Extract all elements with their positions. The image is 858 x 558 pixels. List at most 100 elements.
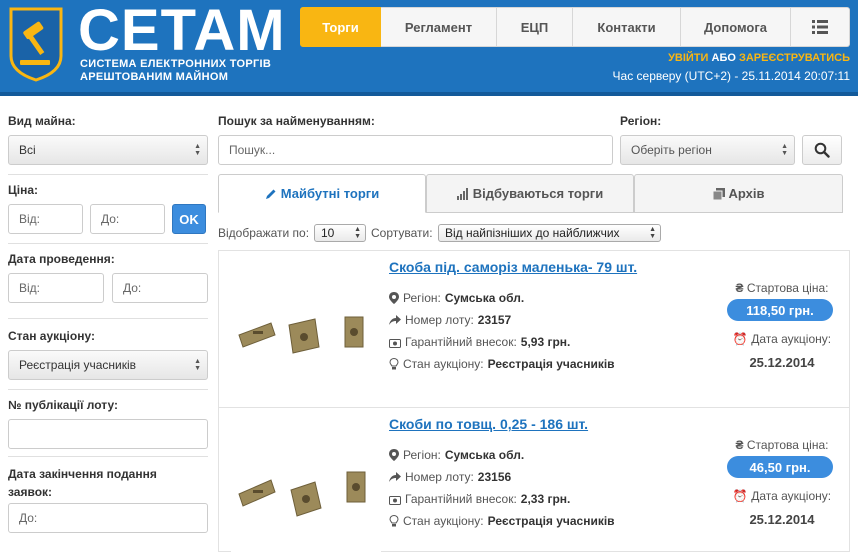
sort-select[interactable]: Від найпізніших до найближчих ▲ ▼ <box>438 224 661 242</box>
auction-state-value: Реєстрація учасників <box>19 358 137 372</box>
nav-contacts[interactable]: Контакти <box>573 7 681 47</box>
chevron-updown-icon: ▲ ▼ <box>649 226 656 240</box>
auction-state-select[interactable]: Реєстрація учасників ▲ ▼ <box>8 350 208 380</box>
tagline-line-2: АРЕШТОВАНИМ МАЙНОМ <box>80 71 229 83</box>
deposit-label: Гарантійний внесок: <box>405 492 517 506</box>
auction-date-value: 25.12.2014 <box>749 355 815 370</box>
price-ok-button[interactable]: OK <box>172 204 206 234</box>
region-value: Сумська обл. <box>444 291 525 305</box>
per-page-select[interactable]: 10 ▲ ▼ <box>314 224 366 242</box>
price-to-input[interactable]: До: <box>90 204 165 234</box>
share-icon <box>389 471 401 482</box>
map-marker-icon <box>389 449 399 461</box>
divider <box>8 174 208 175</box>
lot-region: Регіон: Сумська обл. <box>389 448 524 462</box>
pencil-icon <box>265 189 276 199</box>
server-time: Час серверу (UTC+2) - 25.11.2014 20:07:1… <box>612 69 850 83</box>
nav-menu-icon[interactable] <box>791 7 850 47</box>
auction-date-label: Дата проведення: <box>8 252 115 266</box>
select-arrows-icon: ▲ ▼ <box>194 358 201 372</box>
state-label: Стан аукціону: <box>403 514 484 528</box>
nav-digital-signature[interactable]: ЕЦП <box>497 7 573 47</box>
lot-title[interactable]: Скоби по товщ. 0,25 - 186 шт. <box>389 416 588 432</box>
lot-card: Скоби по товщ. 0,25 - 186 шт. Регіон: Су… <box>218 407 850 558</box>
sort-label: Сортувати: <box>371 226 433 240</box>
money-icon <box>389 495 401 505</box>
lot-number-value: 23156 <box>477 470 512 484</box>
nav-help[interactable]: Допомога <box>681 7 791 47</box>
copy-icon <box>712 187 725 200</box>
tab-archive[interactable]: Архів <box>634 174 843 213</box>
lot-deposit: Гарантійний внесок: 5,93 грн. <box>389 335 570 349</box>
alarm-clock-icon: ⏰ <box>732 489 748 503</box>
price-from-input[interactable]: Від: <box>8 204 83 234</box>
region-label: Регіон: <box>403 448 441 462</box>
start-price-label: ₴ Стартова ціна: <box>727 281 837 295</box>
tab-ongoing[interactable]: Відбуваються торги <box>426 174 634 213</box>
site-tagline: СИСТЕМА ЕЛЕКТРОННИХ ТОРГІВ АРЕШТОВАНИМ М… <box>80 58 271 84</box>
deadline-input[interactable]: До: <box>8 503 208 533</box>
lot-photo[interactable] <box>231 261 381 401</box>
deadline-label-line-1: Дата закінчення подання <box>8 467 157 481</box>
property-type-select[interactable]: Всі ▲ ▼ <box>8 135 208 165</box>
lot-number-input[interactable] <box>8 419 208 449</box>
lot-number: Номер лоту: 23157 <box>389 313 511 327</box>
deposit-value: 5,93 грн. <box>520 335 571 349</box>
lot-number-label: Номер лоту: <box>405 313 474 327</box>
login-link[interactable]: УВІЙТИ <box>668 52 708 64</box>
search-icon <box>814 142 830 158</box>
lot-card: Скоба під. саморіз маленька- 79 шт. Регі… <box>218 250 850 408</box>
start-price-badge: 46,50 грн. <box>727 456 833 478</box>
per-page-label: Відображати по: <box>218 226 310 240</box>
lot-number-value: 23157 <box>477 313 512 327</box>
search-input[interactable]: Пошук... <box>218 135 613 165</box>
bar-chart-icon <box>456 187 468 200</box>
auction-date-value: 25.12.2014 <box>749 512 815 527</box>
divider <box>8 456 208 457</box>
gavel-shield-logo-icon[interactable] <box>8 6 64 82</box>
header: СЕТАМ СИСТЕМА ЕЛЕКТРОННИХ ТОРГІВ АРЕШТОВ… <box>0 0 858 96</box>
lot-number-label: № публікації лоту: <box>8 398 118 412</box>
site-logo[interactable]: СЕТАМ <box>78 0 286 62</box>
select-arrows-icon: ▲ ▼ <box>194 143 201 157</box>
lot-number-label: Номер лоту: <box>405 470 474 484</box>
money-icon <box>389 338 401 348</box>
lot-number: Номер лоту: 23156 <box>389 470 511 484</box>
auth-links: УВІЙТИ АБО ЗАРЕЄСТРУВАТИСЬ <box>668 52 850 64</box>
tab-archive-label: Архів <box>728 186 765 201</box>
main-nav: Торги Регламент ЕЦП Контакти Допомога <box>300 7 850 47</box>
auction-date-label: ⏰ Дата аукціону: <box>727 332 837 346</box>
lot-photo[interactable] <box>231 418 381 558</box>
alarm-clock-icon: ⏰ <box>732 332 748 346</box>
region-value: Сумська обл. <box>444 448 525 462</box>
state-label: Стан аукціону: <box>403 357 484 371</box>
hryvnia-icon: ₴ <box>735 438 744 452</box>
nav-regulations[interactable]: Регламент <box>381 7 497 47</box>
start-price-text: Стартова ціна: <box>746 438 829 452</box>
share-icon <box>389 314 401 325</box>
start-price-label: ₴ Стартова ціна: <box>727 438 837 452</box>
tab-upcoming[interactable]: Майбутні торги <box>218 174 426 213</box>
select-arrows-icon: ▲ ▼ <box>781 143 788 157</box>
register-link[interactable]: ЗАРЕЄСТРУВАТИСЬ <box>739 52 850 64</box>
search-button[interactable] <box>802 135 842 165</box>
deadline-label: Дата закінчення подання заявок: <box>8 465 157 501</box>
tab-upcoming-label: Майбутні торги <box>280 186 380 201</box>
map-marker-icon <box>389 292 399 304</box>
state-value: Реєстрація учасників <box>487 514 615 528</box>
tagline-line-1: СИСТЕМА ЕЛЕКТРОННИХ ТОРГІВ <box>80 58 272 70</box>
search-label: Пошук за найменуванням: <box>218 114 375 128</box>
lot-deposit: Гарантійний внесок: 2,33 грн. <box>389 492 570 506</box>
divider <box>8 389 208 390</box>
lot-region: Регіон: Сумська обл. <box>389 291 524 305</box>
deadline-label-line-2: заявок: <box>8 485 53 499</box>
region-select[interactable]: Оберіть регіон ▲ ▼ <box>620 135 795 165</box>
lot-title[interactable]: Скоба під. саморіз маленька- 79 шт. <box>389 259 637 275</box>
date-from-input[interactable]: Від: <box>8 273 104 303</box>
nav-auctions[interactable]: Торги <box>300 7 381 47</box>
per-page-value: 10 <box>321 226 335 240</box>
region-label: Регіон: <box>403 291 441 305</box>
chevron-updown-icon: ▲ ▼ <box>354 226 361 240</box>
price-label: Ціна: <box>8 183 39 197</box>
date-to-input[interactable]: До: <box>112 273 208 303</box>
